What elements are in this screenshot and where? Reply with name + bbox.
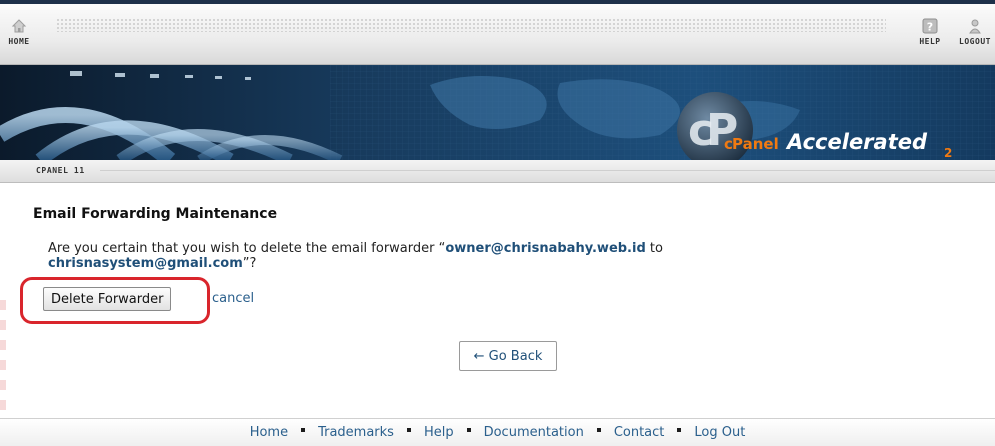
logout-button[interactable]: LOGOUT (955, 18, 995, 46)
footer-link-trademarks[interactable]: Trademarks (318, 425, 394, 440)
banner-artwork: c P c Panel Accelerated 2 (0, 65, 995, 160)
help-button[interactable]: ? HELP (917, 18, 943, 46)
footer-link-logout[interactable]: Log Out (694, 425, 745, 440)
footer-link-contact[interactable]: Contact (614, 425, 665, 440)
home-icon (11, 19, 27, 33)
svg-text:?: ? (927, 21, 933, 34)
confirmation-message: Are you certain that you wish to delete … (48, 241, 848, 271)
svg-text:Accelerated: Accelerated (785, 130, 928, 154)
breadcrumb: CPANEL 11 (0, 160, 995, 183)
breadcrumb-divider (100, 170, 995, 171)
help-icon: ? (922, 18, 938, 34)
help-label: HELP (919, 37, 941, 46)
footer-separator (301, 427, 306, 432)
footer-separator (596, 427, 601, 432)
logout-label: LOGOUT (959, 37, 991, 46)
cancel-link[interactable]: cancel (212, 291, 254, 306)
page-title: Email Forwarding Maintenance (33, 206, 278, 222)
question-prefix: Are you certain that you wish to delete … (48, 241, 446, 256)
footer-separator (406, 427, 411, 432)
question-suffix: ”? (242, 256, 257, 271)
svg-text:2: 2 (944, 146, 952, 160)
logout-icon (969, 19, 981, 34)
footer-link-home[interactable]: Home (250, 425, 288, 440)
breadcrumb-label: CPANEL 11 (36, 166, 85, 175)
destination-address: chrisnasystem@gmail.com (48, 256, 243, 271)
forwarder-address: owner@chrisnabahy.web.id (445, 241, 646, 256)
footer-separator (466, 427, 471, 432)
question-mid: to (645, 241, 663, 256)
footer-separator (677, 427, 682, 432)
home-label: HOME (8, 37, 30, 46)
top-navigation-bar: HOME ? HELP LOGOUT (0, 4, 995, 65)
home-button[interactable]: HOME (6, 18, 32, 46)
svg-text:Panel: Panel (732, 135, 779, 153)
footer-link-help[interactable]: Help (424, 425, 454, 440)
footer-links: Home Trademarks Help Documentation Contact Lo… (0, 418, 995, 446)
cpanel-banner: c P c Panel Accelerated 2 (0, 65, 995, 160)
toolbar-dotted-strip (56, 18, 886, 32)
footer-link-documentation[interactable]: Documentation (484, 425, 584, 440)
highlight-annotation (20, 277, 210, 324)
go-back-button[interactable]: ← Go Back (459, 341, 557, 371)
